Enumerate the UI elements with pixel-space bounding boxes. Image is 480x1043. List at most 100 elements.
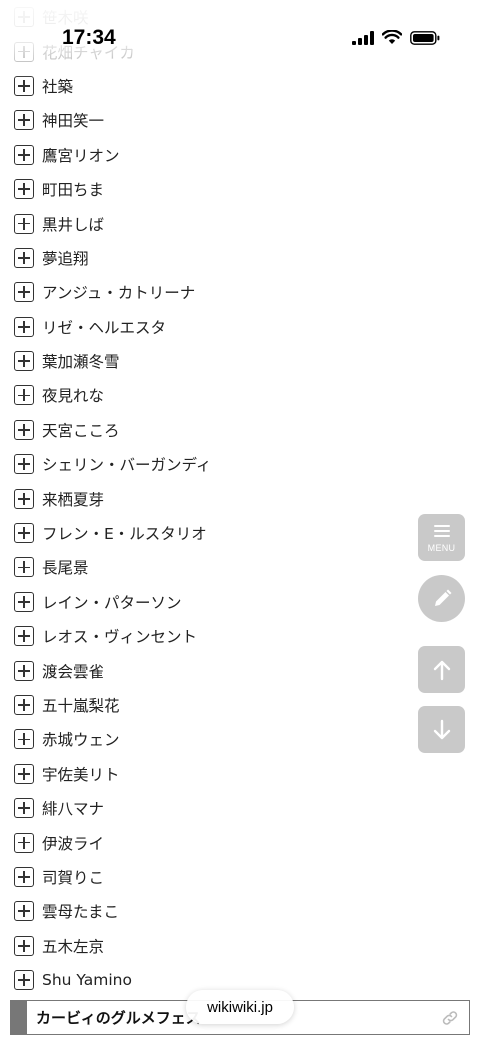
plus-box-icon[interactable] xyxy=(14,970,34,991)
plus-box-icon[interactable] xyxy=(14,179,34,200)
list-item[interactable]: 葉加瀬冬雪 xyxy=(14,344,454,378)
list-item[interactable]: 夜見れな xyxy=(14,378,454,412)
list-item[interactable]: 黒井しば xyxy=(14,206,454,240)
list-item-label: 伊波ライ xyxy=(42,834,105,853)
list-item[interactable]: フレン・E・ルスタリオ xyxy=(14,516,454,550)
list-item-label: フレン・E・ルスタリオ xyxy=(42,525,207,544)
list-item-label: リゼ・ヘルエスタ xyxy=(42,318,167,337)
plus-box-icon[interactable] xyxy=(14,454,34,475)
list-item-label: 笹木咲 xyxy=(42,9,89,28)
plus-box-icon[interactable] xyxy=(14,110,34,131)
list-item[interactable]: 伊波ライ xyxy=(14,825,454,859)
plus-box-icon[interactable] xyxy=(14,866,34,887)
list-item-label: 花畑チャイカ xyxy=(42,43,135,62)
link-icon[interactable] xyxy=(441,1010,459,1026)
list-item[interactable]: 宇佐美リト xyxy=(14,757,454,791)
list-item-label: 葉加瀬冬雪 xyxy=(42,353,120,372)
plus-box-icon[interactable] xyxy=(14,316,34,337)
section-title: カービィのグルメフェス xyxy=(36,1009,201,1027)
list-item-label: 五木左京 xyxy=(42,937,105,956)
list-item-label: レイン・パターソン xyxy=(42,593,182,612)
list-item-label: 黒井しば xyxy=(42,215,105,234)
list-item-label: 鷹宮リオン xyxy=(42,146,120,165)
plus-box-icon[interactable] xyxy=(14,385,34,406)
list-item-label: 五十嵐梨花 xyxy=(42,697,120,715)
plus-box-icon[interactable] xyxy=(14,419,34,440)
arrow-down-icon xyxy=(433,719,450,739)
menu-button[interactable]: MENU xyxy=(418,514,465,561)
browser-url-bar[interactable]: wikiwiki.jp xyxy=(186,990,294,1024)
list-item-label: 緋八マナ xyxy=(42,800,105,819)
plus-box-icon[interactable] xyxy=(14,798,34,819)
plus-box-icon[interactable] xyxy=(14,523,34,544)
plus-box-icon[interactable] xyxy=(14,351,34,372)
arrow-up-icon xyxy=(433,660,450,680)
plus-box-icon[interactable] xyxy=(14,591,34,612)
plus-box-icon[interactable] xyxy=(14,247,34,268)
list-item[interactable]: 来栖夏芽 xyxy=(14,481,454,515)
list-item-label: 来栖夏芽 xyxy=(42,490,105,509)
list-item-label: 司賀りこ xyxy=(42,868,105,887)
list-item[interactable]: 長尾景 xyxy=(14,550,454,584)
plus-box-icon[interactable] xyxy=(14,660,34,681)
plus-box-icon[interactable] xyxy=(14,901,34,922)
scroll-top-button[interactable] xyxy=(418,646,465,693)
plus-box-icon[interactable] xyxy=(14,695,34,715)
menu-label: MENU xyxy=(427,542,456,553)
browser-url: wikiwiki.jp xyxy=(207,998,273,1016)
list-item[interactable]: アンジュ・カトリーナ xyxy=(14,275,454,309)
list-item[interactable]: レイン・パターソン xyxy=(14,585,454,619)
plus-box-icon[interactable] xyxy=(14,75,34,96)
list-item[interactable]: 夢追翔 xyxy=(14,241,454,275)
list-item-label: レオス・ヴィンセント xyxy=(42,628,198,647)
list-item-label: アンジュ・カトリーナ xyxy=(42,284,196,303)
list-item[interactable]: 神田笑一 xyxy=(14,103,454,137)
list-item[interactable]: 五十嵐梨花 xyxy=(14,688,454,722)
list-item[interactable]: シェリン・バーガンディ xyxy=(14,447,454,481)
plus-box-icon[interactable] xyxy=(14,832,34,853)
list-item[interactable]: 花畑チャイカ xyxy=(14,34,454,68)
list-item[interactable]: リゼ・ヘルエスタ xyxy=(14,310,454,344)
list-item-label: 夢追翔 xyxy=(42,249,89,268)
list-item-label: 宇佐美リト xyxy=(42,765,120,784)
list-item[interactable]: 天宮こころ xyxy=(14,413,454,447)
list-item-label: 夜見れな xyxy=(42,387,105,406)
list-item-label: 渡会雲雀 xyxy=(42,662,105,681)
list-item[interactable]: 社築 xyxy=(14,69,454,103)
list-item-label: 赤城ウェン xyxy=(42,731,120,750)
character-list: 笹木咲花畑チャイカ 社築神田笑一鷹宮リオン町田ちま黒井しば夢追翔アンジュ・カトリー… xyxy=(14,0,454,997)
plus-box-icon[interactable] xyxy=(14,144,34,165)
list-item-label: 雲母たまこ xyxy=(42,903,120,922)
list-item[interactable]: 町田ちま xyxy=(14,172,454,206)
list-item[interactable]: 雲母たまこ xyxy=(14,894,454,928)
list-item[interactable]: 緋八マナ xyxy=(14,791,454,825)
list-item[interactable]: 鷹宮リオン xyxy=(14,138,454,172)
list-item-label: シェリン・バーガンディ xyxy=(42,456,212,475)
plus-box-icon[interactable] xyxy=(14,935,34,956)
list-item[interactable]: 五木左京 xyxy=(14,929,454,963)
menu-icon xyxy=(433,524,450,537)
plus-box-icon[interactable] xyxy=(14,729,34,750)
section-accent-bar xyxy=(11,1001,27,1034)
list-item[interactable]: レオス・ヴィンセント xyxy=(14,619,454,653)
edit-button[interactable] xyxy=(418,575,465,622)
plus-box-icon[interactable] xyxy=(14,557,34,578)
scroll-bottom-button[interactable] xyxy=(418,706,465,753)
plus-box-icon[interactable] xyxy=(14,282,34,303)
plus-box-icon[interactable] xyxy=(14,41,34,62)
list-item-label: 社築 xyxy=(42,77,74,96)
list-item-label: 町田ちま xyxy=(42,181,105,200)
list-item[interactable]: 赤城ウェン xyxy=(14,722,454,756)
list-item-label: Shu Yamino xyxy=(42,971,132,990)
plus-box-icon[interactable] xyxy=(14,488,34,509)
list-item-label: 神田笑一 xyxy=(42,112,105,131)
plus-box-icon[interactable] xyxy=(14,763,34,784)
plus-box-icon[interactable] xyxy=(14,213,34,234)
plus-box-icon[interactable] xyxy=(14,626,34,647)
list-item-label: 長尾景 xyxy=(42,559,89,578)
list-item[interactable]: 渡会雲雀 xyxy=(14,653,454,687)
plus-box-icon[interactable] xyxy=(14,7,34,28)
list-item[interactable]: 司賀りこ xyxy=(14,860,454,894)
list-item[interactable]: 笹木咲 xyxy=(14,0,454,34)
pencil-icon xyxy=(434,589,451,606)
